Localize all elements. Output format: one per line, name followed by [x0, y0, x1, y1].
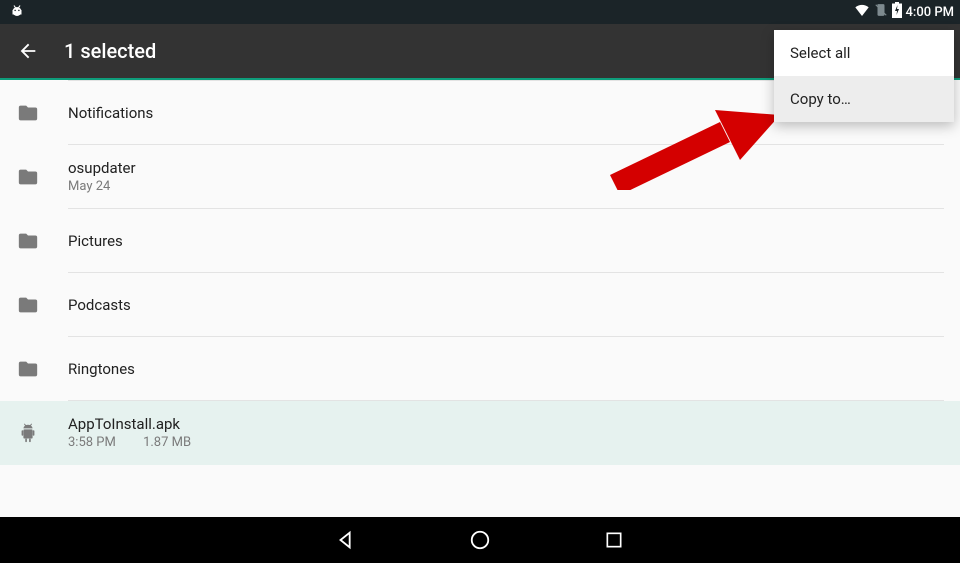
file-name: Podcasts	[68, 296, 131, 314]
navigation-bar	[0, 517, 960, 563]
file-list: Notifications osupdater May 24 Pictures	[0, 80, 960, 465]
file-name: Ringtones	[68, 360, 135, 378]
nav-home-button[interactable]	[468, 528, 492, 552]
android-app-icon	[16, 421, 40, 445]
nav-recents-button[interactable]	[602, 528, 626, 552]
list-item-selected[interactable]: AppToInstall.apk 3:58 PM 1.87 MB	[0, 401, 960, 465]
file-size: 1.87 MB	[143, 435, 191, 450]
wifi-icon	[854, 2, 870, 22]
file-time: May 24	[68, 179, 110, 194]
back-button[interactable]	[16, 39, 40, 63]
battery-charging-icon	[892, 2, 902, 22]
selection-count-title: 1 selected	[64, 39, 156, 63]
folder-icon	[16, 357, 40, 381]
nav-back-button[interactable]	[334, 528, 358, 552]
android-head-icon	[8, 1, 26, 23]
list-item[interactable]: osupdater May 24	[0, 145, 960, 209]
folder-icon	[16, 101, 40, 125]
menu-copy-to[interactable]: Copy to…	[774, 76, 954, 122]
folder-icon	[16, 229, 40, 253]
file-name: Notifications	[68, 104, 153, 122]
menu-select-all[interactable]: Select all	[774, 30, 954, 76]
folder-icon	[16, 165, 40, 189]
list-item[interactable]: Ringtones	[0, 337, 960, 401]
file-name: Pictures	[68, 232, 123, 250]
list-item[interactable]: Pictures	[0, 209, 960, 273]
file-time: 3:58 PM	[68, 435, 116, 450]
folder-icon	[16, 293, 40, 317]
file-name: AppToInstall.apk	[68, 415, 191, 433]
file-name: osupdater	[68, 159, 136, 177]
no-sim-icon	[874, 3, 888, 21]
status-bar: 4:00 PM	[0, 0, 960, 24]
overflow-menu: Select all Copy to…	[774, 30, 954, 122]
list-item[interactable]: Podcasts	[0, 273, 960, 337]
status-time: 4:00 PM	[906, 5, 955, 20]
